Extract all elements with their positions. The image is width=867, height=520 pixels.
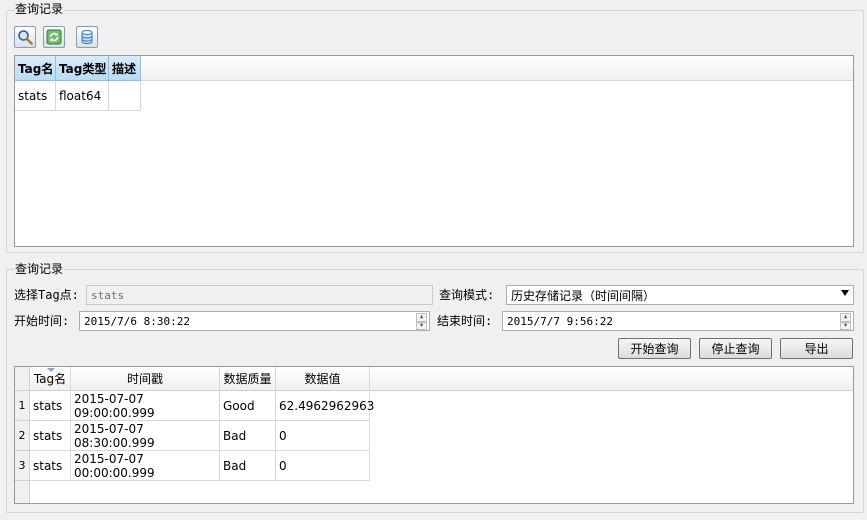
table-row-cell-tag[interactable]: stats [30, 391, 71, 421]
tag-table-header-tagname[interactable]: Tag名 [15, 56, 56, 81]
end-time-label: 结束时间: [437, 314, 493, 328]
table-row-cell-value[interactable]: 0 [276, 451, 370, 481]
table-row-cell-time[interactable]: 2015-07-07 00:00:00.999 [71, 451, 220, 481]
row-header[interactable]: 1 [15, 391, 30, 421]
chevron-down-icon[interactable] [841, 290, 849, 296]
search-button[interactable] [14, 26, 36, 48]
refresh-button[interactable] [43, 26, 65, 48]
query-mode-select[interactable]: 历史存储记录（时间间隔） [506, 285, 854, 305]
end-time-spinner[interactable]: ▲ ▼ [840, 313, 851, 330]
start-time-label: 开始时间: [14, 314, 70, 328]
sort-indicator-icon [47, 368, 55, 372]
results-table: Tag名 时间戳 数据质量 数据值 1 stats 2015-07-07 09:… [14, 366, 854, 504]
results-corner[interactable] [15, 367, 30, 391]
row-header-filler [15, 481, 30, 503]
table-row-cell-tag[interactable]: stats [30, 421, 71, 451]
database-icon [81, 30, 93, 45]
select-tag-label: 选择Tag点: [14, 288, 79, 302]
search-icon [18, 30, 33, 45]
start-time-spinner[interactable]: ▲ ▼ [416, 313, 427, 330]
spin-up-icon[interactable]: ▲ [840, 313, 851, 322]
results-header-filler [370, 367, 853, 391]
table-row-cell-value[interactable]: 0 [276, 421, 370, 451]
table-row-cell-quality[interactable]: Bad [220, 421, 276, 451]
spin-up-icon[interactable]: ▲ [416, 313, 427, 322]
tag-table-header-desc[interactable]: 描述 [109, 56, 141, 81]
start-time-value: 2015/7/6 8:30:22 [84, 314, 190, 328]
row-header[interactable]: 3 [15, 451, 30, 481]
table-row-cell-type[interactable]: float64 [56, 81, 109, 111]
database-button[interactable] [76, 26, 98, 48]
row-header[interactable]: 2 [15, 421, 30, 451]
tag-table-header-filler [141, 56, 853, 81]
table-row-cell-quality[interactable]: Bad [220, 451, 276, 481]
tag-table: Tag名 Tag类型 描述 stats float64 [14, 55, 854, 247]
table-row-cell-tag[interactable]: stats [15, 81, 56, 111]
table-row-cell-tag[interactable]: stats [30, 451, 71, 481]
results-header-quality[interactable]: 数据质量 [220, 367, 276, 391]
results-header-tag-label: Tag名 [33, 372, 67, 386]
query-group-title: 查询记录 [14, 262, 65, 276]
stop-query-button[interactable]: 停止查询 [699, 338, 772, 359]
tag-list-group-title: 查询记录 [14, 2, 65, 16]
export-button[interactable]: 导出 [780, 338, 853, 359]
table-row-cell-quality[interactable]: Good [220, 391, 276, 421]
start-time-input[interactable]: 2015/7/6 8:30:22 ▲ ▼ [79, 311, 430, 331]
results-header-value[interactable]: 数据值 [276, 367, 370, 391]
table-row-cell-time[interactable]: 2015-07-07 09:00:00.999 [71, 391, 220, 421]
query-mode-label: 查询模式: [439, 288, 495, 302]
end-time-input[interactable]: 2015/7/7 9:56:22 ▲ ▼ [502, 311, 854, 331]
refresh-icon [46, 29, 62, 45]
spin-down-icon[interactable]: ▼ [840, 321, 851, 330]
results-header-tag[interactable]: Tag名 [30, 367, 71, 391]
table-row-cell-time[interactable]: 2015-07-07 08:30:00.999 [71, 421, 220, 451]
end-time-value: 2015/7/7 9:56:22 [507, 314, 613, 328]
table-row-cell-value[interactable]: 62.4962962963 [276, 391, 374, 421]
tag-table-header-tagtype[interactable]: Tag类型 [56, 56, 109, 81]
results-header-time[interactable]: 时间戳 [71, 367, 220, 391]
table-row-cell-desc[interactable] [109, 81, 141, 111]
spin-down-icon[interactable]: ▼ [416, 321, 427, 330]
query-mode-value: 历史存储记录（时间间隔） [511, 288, 656, 303]
start-query-button[interactable]: 开始查询 [618, 338, 691, 359]
select-tag-input[interactable]: stats [86, 285, 433, 305]
